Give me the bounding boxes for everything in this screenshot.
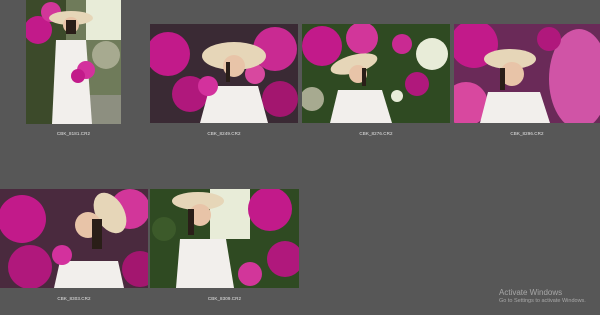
photo-image (150, 24, 298, 123)
photo-thumbnail[interactable] (150, 189, 299, 288)
photo-thumbnail[interactable] (26, 0, 121, 124)
photo-image (454, 24, 600, 123)
photo-thumbnail[interactable] (454, 24, 600, 123)
photo-thumbnail[interactable] (302, 24, 450, 123)
watermark-title: Activate Windows (499, 288, 563, 297)
photo-thumbnail[interactable] (150, 24, 298, 123)
photo-image (302, 24, 450, 123)
photo-filename: CBK_8276.CR2 (359, 131, 393, 136)
photo-image (0, 189, 148, 288)
photo-filename: CBK_8296.CR2 (510, 131, 544, 136)
photo-filename: CBK_8249.CR2 (207, 131, 241, 136)
photo-filename: CBK_8309.CR2 (207, 296, 242, 301)
photo-grid: CBK_8181.CR2 CBK_8249.CR2 CBK_8276.CR2 C… (0, 0, 600, 315)
watermark-subtitle: Go to Settings to activate Windows. (499, 298, 586, 304)
photo-image (26, 0, 121, 124)
activate-windows-watermark: Activate Windows Go to Settings to activ… (499, 288, 586, 304)
photo-filename: CBK_8181.CR2 (56, 131, 91, 136)
photo-thumbnail[interactable] (0, 189, 148, 288)
photo-image (150, 189, 299, 288)
photo-filename: CBK_8303.CR2 (57, 296, 91, 301)
